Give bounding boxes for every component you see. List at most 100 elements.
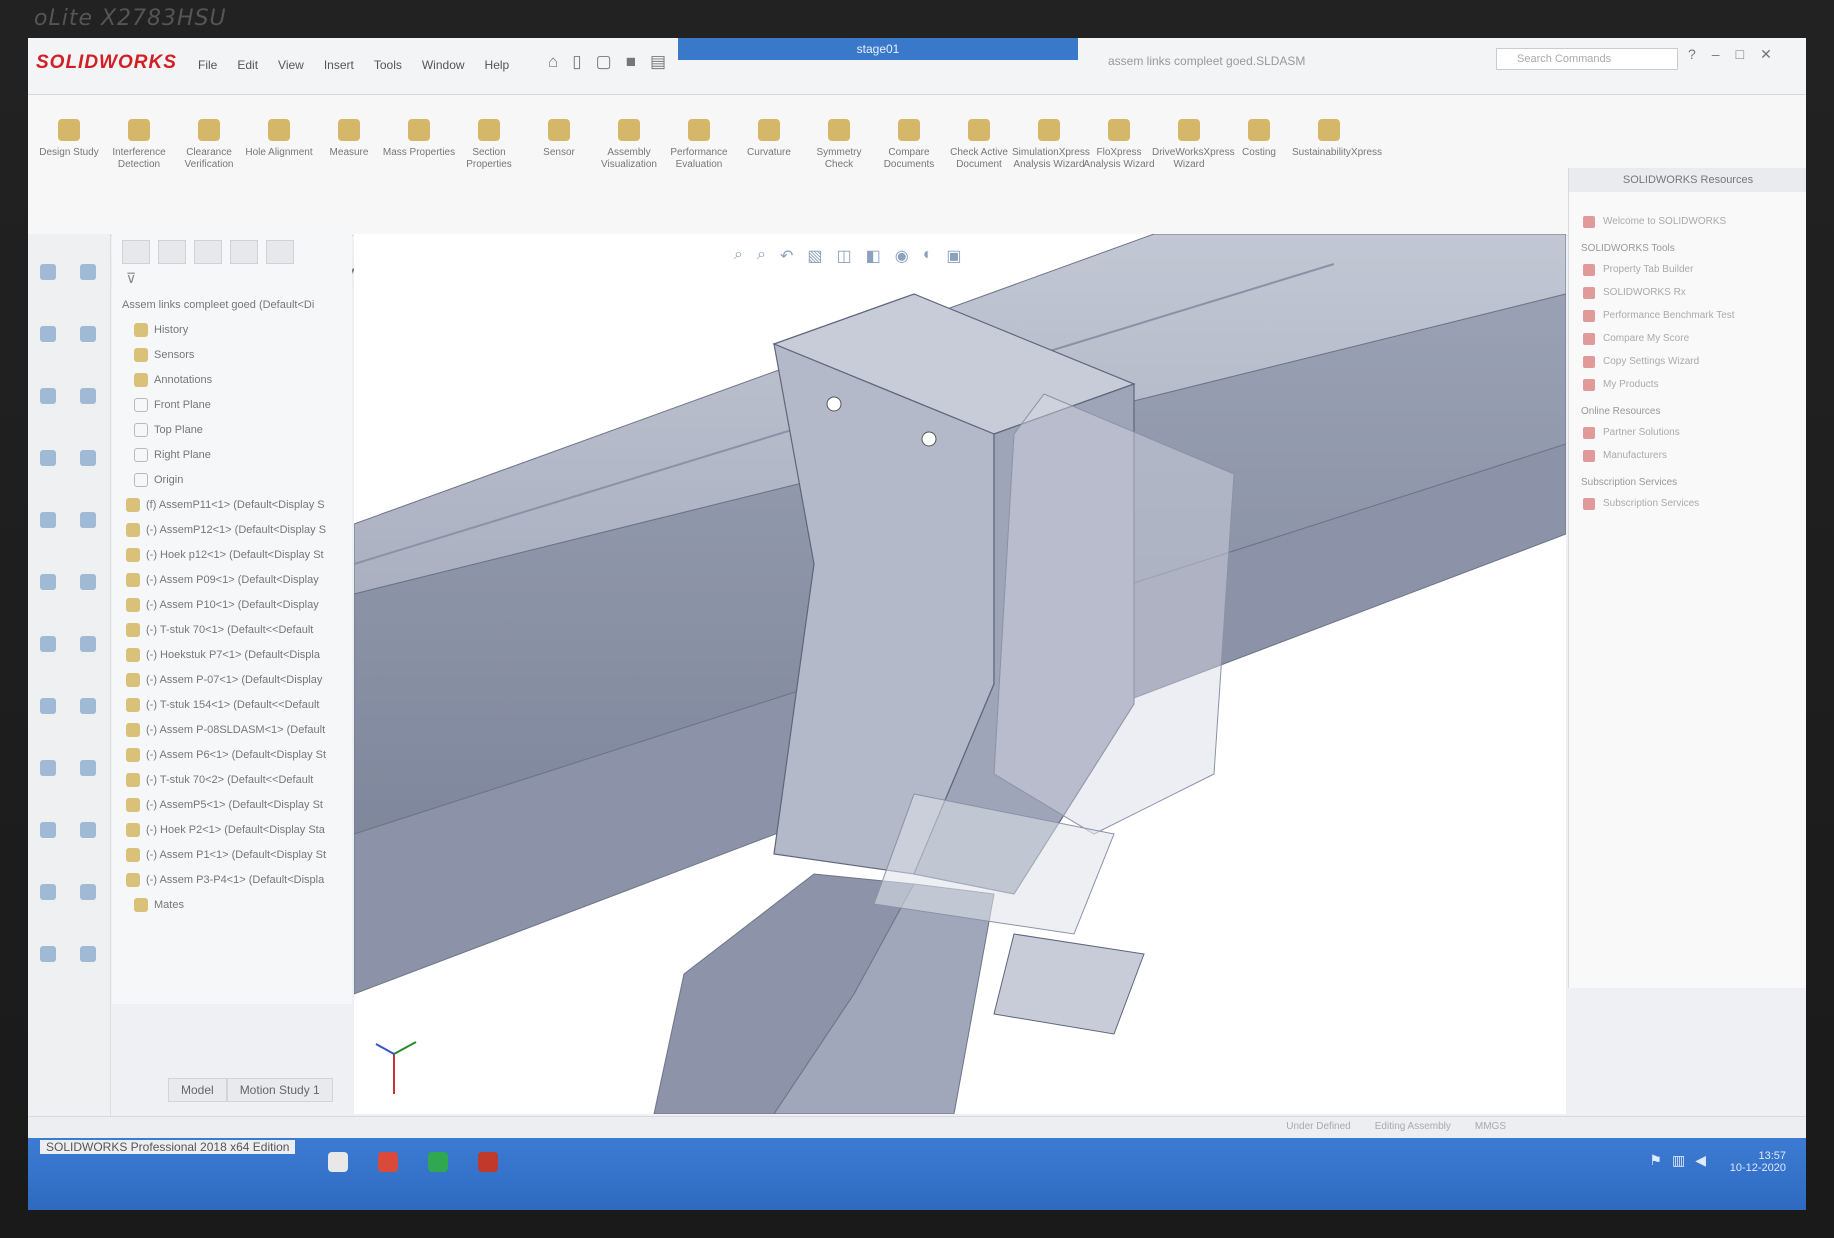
- tree-node-part[interactable]: (-) Assem P-08SLDASM<1> (Default: [112, 718, 352, 743]
- tree-node-part[interactable]: (-) T-stuk 70<2> (Default<<Default: [112, 768, 352, 793]
- menu-view[interactable]: View: [278, 58, 304, 72]
- tree-node-part[interactable]: (-) T-stuk 154<1> (Default<<Default: [112, 693, 352, 718]
- resources-section-title[interactable]: Subscription Services: [1569, 467, 1806, 492]
- tree-node-origin[interactable]: Origin: [112, 468, 352, 493]
- tree-node-folder[interactable]: Annotations: [112, 368, 352, 393]
- tree-root-assembly[interactable]: Assem links compleet goed (Default<Di: [112, 292, 352, 318]
- tree-node-part[interactable]: (-) T-stuk 70<1> (Default<<Default: [112, 618, 352, 643]
- tree-node-folder[interactable]: History: [112, 318, 352, 343]
- property-manager-tab-icon[interactable]: [158, 240, 186, 264]
- tree-node-folder[interactable]: Mates: [112, 893, 352, 918]
- welcome-link[interactable]: Welcome to SOLIDWORKS: [1569, 210, 1806, 233]
- menu-help[interactable]: Help: [485, 58, 510, 72]
- menu-file[interactable]: File: [198, 58, 217, 72]
- tree-node-part[interactable]: (-) AssemP5<1> (Default<Display St: [112, 793, 352, 818]
- tree-node-part[interactable]: (-) Hoek p12<1> (Default<Display St: [112, 543, 352, 568]
- volume-icon[interactable]: ◀: [1695, 1152, 1706, 1169]
- taskbar-clock[interactable]: 13:57 10-12-2020: [1730, 1150, 1786, 1174]
- document-tab[interactable]: stage01: [678, 38, 1078, 60]
- ribbon-hole-alignment-button[interactable]: Hole Alignment: [242, 119, 316, 159]
- resources-link[interactable]: My Products: [1569, 373, 1806, 396]
- side-tool-icon[interactable]: [80, 636, 96, 652]
- print-icon[interactable]: ▤: [650, 52, 666, 72]
- side-tool-icon[interactable]: [80, 326, 96, 342]
- ribbon-floxpress-analysis-wizard-button[interactable]: FloXpress Analysis Wizard: [1082, 119, 1156, 171]
- flag-icon[interactable]: ⚑: [1649, 1152, 1662, 1169]
- side-tool-icon[interactable]: [40, 760, 56, 776]
- resources-link[interactable]: Partner Solutions: [1569, 421, 1806, 444]
- ribbon-clearance-verification-button[interactable]: Clearance Verification: [172, 119, 246, 171]
- configuration-tab-icon[interactable]: [194, 240, 222, 264]
- side-tool-icon[interactable]: [80, 450, 96, 466]
- resources-link[interactable]: Subscription Services: [1569, 492, 1806, 515]
- tree-node-part[interactable]: (-) Assem P10<1> (Default<Display: [112, 593, 352, 618]
- side-tool-icon[interactable]: [80, 698, 96, 714]
- side-tool-icon[interactable]: [80, 574, 96, 590]
- ribbon-curvature-button[interactable]: Curvature: [732, 119, 806, 159]
- resources-link[interactable]: Copy Settings Wizard: [1569, 350, 1806, 373]
- tree-node-part[interactable]: (-) Assem P-07<1> (Default<Display: [112, 668, 352, 693]
- ribbon-mass-properties-button[interactable]: Mass Properties: [382, 119, 456, 159]
- search-commands-input[interactable]: Search Commands: [1496, 48, 1678, 70]
- tree-node-part[interactable]: (-) AssemP12<1> (Default<Display S: [112, 518, 352, 543]
- help-icon[interactable]: ?: [1688, 46, 1696, 63]
- file-explorer-icon[interactable]: [328, 1152, 348, 1172]
- menu-tools[interactable]: Tools: [374, 58, 402, 72]
- close-icon[interactable]: ✕: [1760, 46, 1772, 63]
- resources-link[interactable]: Performance Benchmark Test: [1569, 304, 1806, 327]
- tree-node-part[interactable]: (-) Assem P3-P4<1> (Default<Displa: [112, 868, 352, 893]
- ribbon-performance-evaluation-button[interactable]: Performance Evaluation: [662, 119, 736, 171]
- ribbon-driveworksxpress-wizard-button[interactable]: DriveWorksXpress Wizard: [1152, 119, 1235, 171]
- side-tool-icon[interactable]: [80, 884, 96, 900]
- tree-node-part[interactable]: (-) Hoekstuk P7<1> (Default<Displa: [112, 643, 352, 668]
- side-tool-icon[interactable]: [40, 822, 56, 838]
- excel-icon[interactable]: [428, 1152, 448, 1172]
- resources-section-title[interactable]: SOLIDWORKS Tools: [1569, 233, 1806, 258]
- status-units[interactable]: MMGS: [1475, 1121, 1506, 1132]
- resources-link[interactable]: SOLIDWORKS Rx: [1569, 281, 1806, 304]
- ribbon-symmetry-check-button[interactable]: Symmetry Check: [802, 119, 876, 171]
- dimxpert-tab-icon[interactable]: [230, 240, 258, 264]
- side-tool-icon[interactable]: [80, 388, 96, 404]
- ribbon-compare-documents-button[interactable]: Compare Documents: [872, 119, 946, 171]
- open-icon[interactable]: ▢: [596, 52, 612, 72]
- solidworks-taskbar-icon[interactable]: [478, 1152, 498, 1172]
- menu-insert[interactable]: Insert: [324, 58, 354, 72]
- chrome-icon[interactable]: [378, 1152, 398, 1172]
- home-icon[interactable]: ⌂: [548, 52, 558, 72]
- tree-node-folder[interactable]: Sensors: [112, 343, 352, 368]
- ribbon-assembly-visualization-button[interactable]: Assembly Visualization: [592, 119, 666, 171]
- side-tool-icon[interactable]: [40, 946, 56, 962]
- tree-node-plane[interactable]: Right Plane: [112, 443, 352, 468]
- tree-node-plane[interactable]: Front Plane: [112, 393, 352, 418]
- ribbon-design-study-button[interactable]: Design Study: [32, 119, 106, 159]
- save-icon[interactable]: ■: [626, 52, 636, 72]
- filter-icon[interactable]: ⊽: [112, 270, 352, 292]
- ribbon-measure-button[interactable]: Measure: [312, 119, 386, 159]
- menu-edit[interactable]: Edit: [237, 58, 258, 72]
- display-manager-tab-icon[interactable]: [266, 240, 294, 264]
- tree-node-part[interactable]: (f) AssemP11<1> (Default<Display S: [112, 493, 352, 518]
- side-tool-icon[interactable]: [80, 822, 96, 838]
- side-tool-icon[interactable]: [40, 698, 56, 714]
- ribbon-sensor-button[interactable]: Sensor: [522, 119, 596, 159]
- feature-tree-tab-icon[interactable]: [122, 240, 150, 264]
- bottom-tab-motion-study-1[interactable]: Motion Study 1: [226, 1078, 333, 1102]
- tree-node-plane[interactable]: Top Plane: [112, 418, 352, 443]
- maximize-icon[interactable]: □: [1736, 46, 1744, 63]
- side-tool-icon[interactable]: [40, 636, 56, 652]
- resources-link[interactable]: Manufacturers: [1569, 444, 1806, 467]
- side-tool-icon[interactable]: [80, 264, 96, 280]
- side-tool-icon[interactable]: [40, 388, 56, 404]
- ribbon-section-properties-button[interactable]: Section Properties: [452, 119, 526, 171]
- tree-node-part[interactable]: (-) Assem P1<1> (Default<Display St: [112, 843, 352, 868]
- side-tool-icon[interactable]: [80, 946, 96, 962]
- side-tool-icon[interactable]: [80, 512, 96, 528]
- graphics-viewport[interactable]: ⌕ ⌕ ↶ ▧ ◫ ◧ ◉ ◐ ▣: [354, 234, 1566, 1114]
- minimize-icon[interactable]: –: [1712, 46, 1720, 63]
- side-tool-icon[interactable]: [40, 326, 56, 342]
- side-tool-icon[interactable]: [80, 760, 96, 776]
- menu-window[interactable]: Window: [422, 58, 465, 72]
- ribbon-costing-button[interactable]: Costing: [1222, 119, 1296, 159]
- new-file-icon[interactable]: ▯: [572, 52, 581, 72]
